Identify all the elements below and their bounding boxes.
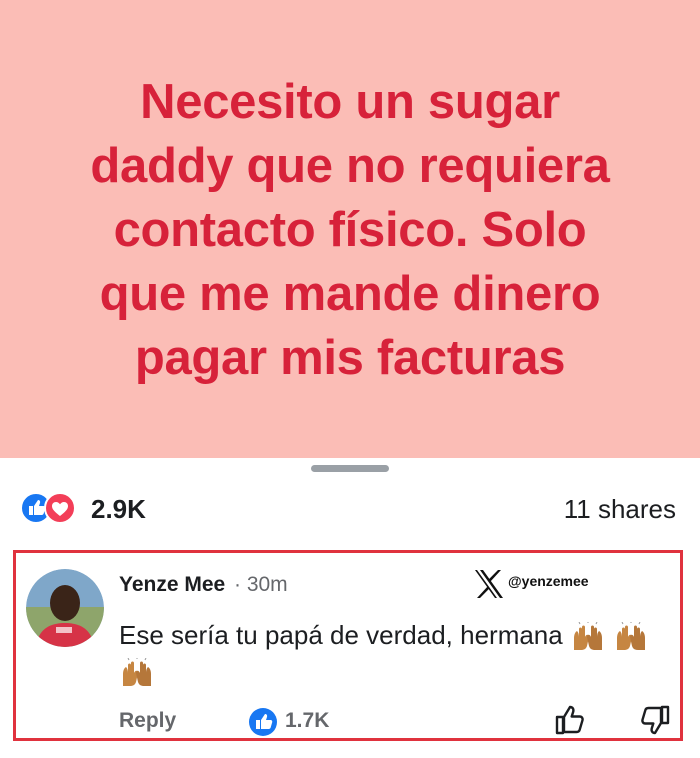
- comment-highlight: Yenze Mee · 30m @yenzemee Ese sería tu p…: [13, 550, 683, 741]
- post-text-line: pagar mis facturas: [134, 331, 566, 385]
- reply-button[interactable]: Reply: [119, 709, 176, 733]
- raising-hands-icon: [123, 658, 151, 687]
- post-text: Necesito un sugar daddy que no requiera …: [40, 70, 660, 390]
- comment-time[interactable]: · 30m: [234, 573, 288, 597]
- comment-author[interactable]: Yenze Mee: [119, 573, 225, 597]
- like-count-label: 1.7K: [285, 709, 330, 732]
- x-logo-icon: [475, 570, 503, 598]
- reaction-count[interactable]: 2.9K: [91, 494, 146, 525]
- raising-hands-icon: [573, 622, 602, 651]
- post-background: Necesito un sugar daddy que no requiera …: [0, 0, 700, 458]
- reaction-icons[interactable]: [20, 492, 90, 524]
- shares-count[interactable]: 11 shares: [564, 494, 676, 525]
- thumbs-up-icon[interactable]: [553, 703, 587, 737]
- comment-body: Ese sería tu papá de verdad, hermana: [119, 620, 563, 650]
- post-text-line: contacto físico. Solo: [113, 203, 587, 257]
- post-text-line: que me mande dinero: [99, 267, 601, 321]
- drag-handle[interactable]: [311, 465, 389, 472]
- watermark-handle: @yenzemee: [508, 573, 589, 589]
- like-icon: [249, 708, 277, 736]
- post-stats-bar: 2.9K 11 shares: [0, 484, 700, 532]
- post-text-line: daddy que no requiera: [90, 139, 610, 193]
- comment-text: Ese sería tu papá de verdad, hermana: [119, 617, 679, 689]
- thumbs-down-icon[interactable]: [638, 703, 672, 737]
- love-icon: [44, 492, 76, 524]
- raising-hands-icon: [617, 622, 646, 651]
- avatar[interactable]: [26, 569, 104, 647]
- post-text-line: Necesito un sugar: [140, 75, 560, 129]
